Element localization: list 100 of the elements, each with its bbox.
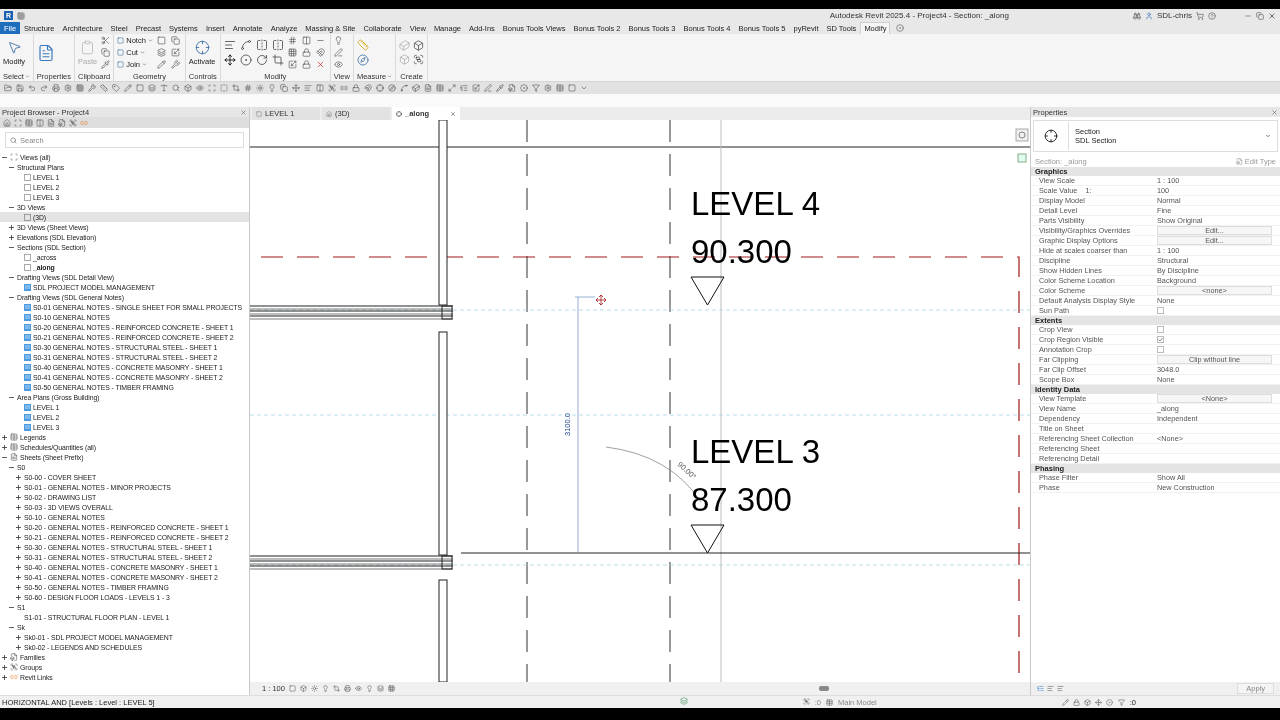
lock-icon[interactable] xyxy=(352,84,360,92)
align-icon[interactable] xyxy=(223,39,236,51)
scale-icon[interactable] xyxy=(472,84,480,92)
properties-icon[interactable] xyxy=(36,43,55,62)
region-icon[interactable] xyxy=(220,84,228,92)
expand-icon[interactable] xyxy=(16,554,21,560)
pen-icon[interactable] xyxy=(484,84,492,92)
expand-icon[interactable] xyxy=(9,234,14,240)
expand-icon[interactable] xyxy=(16,594,21,600)
columns-icon[interactable] xyxy=(316,84,324,92)
pen-icon[interactable] xyxy=(333,48,343,57)
expand-icon[interactable] xyxy=(16,474,21,480)
ruler-icon[interactable] xyxy=(356,39,369,51)
link-icon[interactable] xyxy=(340,84,348,92)
family-icon[interactable] xyxy=(58,118,66,127)
link-icon[interactable] xyxy=(80,118,88,127)
expand-icon[interactable] xyxy=(16,524,21,530)
wrench-icon[interactable] xyxy=(170,60,180,69)
bulb-icon[interactable] xyxy=(365,685,373,692)
tree-icon[interactable] xyxy=(1037,685,1044,692)
user-icon[interactable] xyxy=(1144,11,1153,20)
sun-icon[interactable] xyxy=(256,84,264,92)
sort-icon[interactable] xyxy=(1047,685,1054,692)
bulb-icon[interactable] xyxy=(333,36,343,45)
eye-icon[interactable] xyxy=(354,685,362,692)
columns-icon[interactable] xyxy=(36,118,44,127)
scrollbar-thumb[interactable] xyxy=(818,686,829,691)
move-icon[interactable] xyxy=(223,54,236,66)
group-icon[interactable] xyxy=(328,84,336,92)
expand-icon[interactable] xyxy=(9,224,14,230)
expand-icon[interactable] xyxy=(16,574,21,580)
layers-icon[interactable] xyxy=(376,685,384,692)
pencil-icon[interactable] xyxy=(156,60,166,69)
collapse-icon[interactable] xyxy=(9,274,14,280)
binoculars-icon[interactable] xyxy=(1132,11,1141,20)
group-icon[interactable] xyxy=(69,118,77,127)
expand-icon[interactable] xyxy=(2,654,7,660)
split-icon[interactable] xyxy=(301,36,311,45)
checkbox[interactable] xyxy=(1157,336,1164,343)
settings-icon[interactable] xyxy=(64,84,72,92)
square-icon[interactable] xyxy=(136,84,144,92)
scan-icon[interactable] xyxy=(208,84,216,92)
square-icon[interactable] xyxy=(156,36,166,45)
snap-icon[interactable] xyxy=(315,48,325,57)
folder-icon[interactable] xyxy=(4,84,12,92)
ruler-icon[interactable] xyxy=(100,84,108,92)
pencil-icon[interactable] xyxy=(124,84,132,92)
home-icon[interactable] xyxy=(3,118,11,127)
select-underlay-icon[interactable] xyxy=(1083,698,1091,706)
collapse-icon[interactable] xyxy=(9,294,14,300)
cube-icon[interactable] xyxy=(412,84,420,92)
collapse-icon[interactable] xyxy=(9,244,14,250)
expand-icon[interactable] xyxy=(16,634,21,640)
help-icon[interactable] xyxy=(1208,11,1216,20)
expand-icon[interactable] xyxy=(16,484,21,490)
table-icon[interactable] xyxy=(436,84,444,92)
close-icon[interactable] xyxy=(1271,108,1278,116)
curve-icon[interactable] xyxy=(400,84,408,92)
magnet-icon[interactable] xyxy=(364,84,372,92)
expand-icon[interactable] xyxy=(16,514,21,520)
pin-icon[interactable] xyxy=(301,48,311,57)
sun-icon[interactable] xyxy=(310,685,318,692)
delete-icon[interactable] xyxy=(315,60,325,69)
target-icon[interactable] xyxy=(376,84,384,92)
eye-icon[interactable] xyxy=(333,60,343,69)
shadows-icon[interactable] xyxy=(321,685,329,692)
user-name[interactable]: SDL-chris xyxy=(1156,11,1192,20)
restore-icon[interactable] xyxy=(1256,11,1264,20)
zoom-icon[interactable] xyxy=(172,84,180,92)
scissors-icon[interactable] xyxy=(101,36,111,45)
select-pinned-icon[interactable] xyxy=(1072,698,1080,706)
rotate-icon[interactable] xyxy=(255,54,268,66)
align-icon[interactable] xyxy=(304,84,312,92)
expand-icon[interactable] xyxy=(16,494,21,500)
bulb-icon[interactable] xyxy=(268,84,276,92)
expand-icon[interactable] xyxy=(2,664,7,670)
box-icon[interactable] xyxy=(413,40,425,51)
expand-icon[interactable] xyxy=(2,674,7,680)
crop-icon[interactable] xyxy=(332,685,340,692)
workset-icon[interactable] xyxy=(679,697,688,705)
scale-icon[interactable] xyxy=(170,48,180,57)
select-face-icon[interactable] xyxy=(1105,698,1113,706)
filter-icon[interactable] xyxy=(1117,698,1125,706)
ribbon-options-icon[interactable] xyxy=(896,24,905,32)
document-icon[interactable] xyxy=(424,84,432,92)
cart-icon[interactable] xyxy=(1196,11,1204,20)
caret-icon[interactable] xyxy=(580,84,588,92)
expand-icon[interactable] xyxy=(16,544,21,550)
mirror-icon[interactable] xyxy=(255,39,268,51)
group-icon[interactable] xyxy=(413,54,425,65)
redo-icon[interactable] xyxy=(40,84,48,92)
hash-icon[interactable] xyxy=(244,84,252,92)
collapse-icon[interactable] xyxy=(9,624,14,630)
expand-icon[interactable] xyxy=(16,564,21,570)
circle-icon[interactable] xyxy=(520,84,528,92)
wrench-icon[interactable] xyxy=(88,84,96,92)
expand-icon[interactable] xyxy=(16,504,21,510)
layers-icon[interactable] xyxy=(156,48,166,57)
table-icon[interactable] xyxy=(25,118,33,127)
save-icon[interactable] xyxy=(16,84,24,92)
